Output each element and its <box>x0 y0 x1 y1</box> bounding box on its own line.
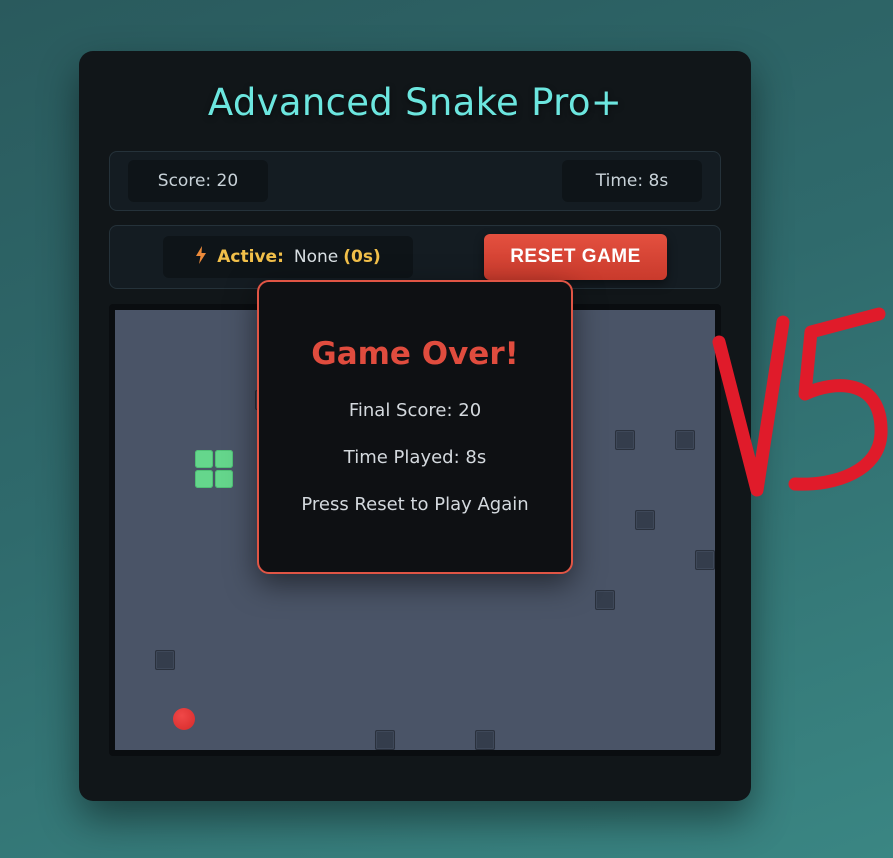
time-display: Time: 8s <box>562 160 702 202</box>
stats-bar: Score: 20 Time: 8s <box>109 151 721 211</box>
obstacle <box>635 510 655 530</box>
obstacle <box>615 430 635 450</box>
game-over-title: Game Over! <box>311 336 519 372</box>
final-score-text: Final Score: 20 <box>348 400 482 421</box>
score-display: Score: 20 <box>128 160 268 202</box>
time-played-text: Time Played: 8s <box>343 447 487 468</box>
active-value: None <box>293 247 339 267</box>
obstacle <box>375 730 395 750</box>
game-title: Advanced Snake Pro+ <box>207 81 623 124</box>
active-label: Active: <box>217 247 284 267</box>
lightning-bolt-icon <box>195 245 207 269</box>
reset-game-button[interactable]: RESET GAME <box>484 234 667 280</box>
food-item <box>173 708 195 730</box>
obstacle <box>595 590 615 610</box>
active-timer: (0s) <box>343 247 381 267</box>
snake-segment <box>215 470 233 488</box>
obstacle <box>475 730 495 750</box>
obstacle <box>155 650 175 670</box>
snake-segment <box>215 450 233 468</box>
play-again-prompt: Press Reset to Play Again <box>301 494 529 515</box>
handwritten-vs-annotation <box>712 307 888 497</box>
active-powerup-display: Active: None (0s) <box>163 236 413 278</box>
snake-segment <box>195 450 213 468</box>
game-over-dialog: Game Over! Final Score: 20 Time Played: … <box>257 280 573 574</box>
obstacle <box>695 550 715 570</box>
snake-segment <box>195 470 213 488</box>
obstacle <box>675 430 695 450</box>
